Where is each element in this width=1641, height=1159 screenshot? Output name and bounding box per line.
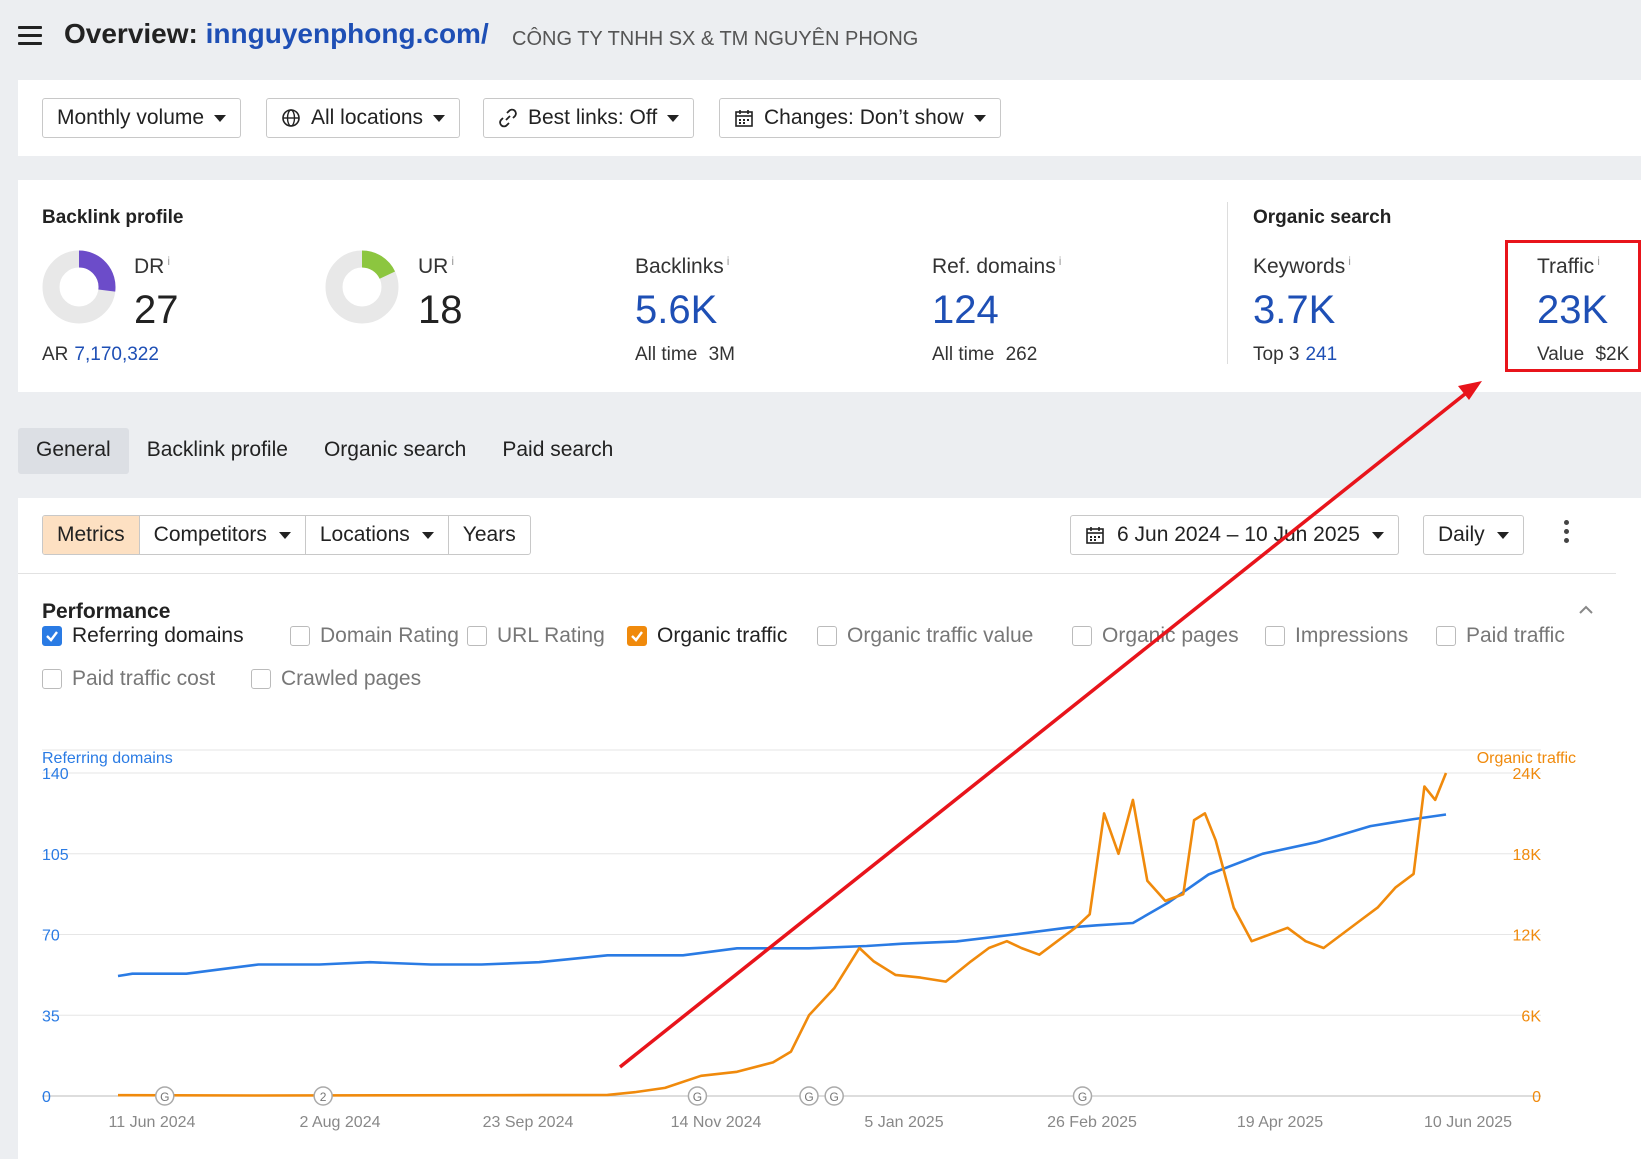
backlinks-value[interactable]: 5.6K bbox=[635, 288, 717, 333]
performance-card: Metrics Competitors Locations Years 6 Ju… bbox=[18, 498, 1641, 1159]
ur-value: 18 bbox=[418, 288, 463, 332]
annotation-marker-label: G bbox=[1078, 1090, 1087, 1104]
best-links-dropdown[interactable]: Best links: Off bbox=[483, 98, 695, 138]
annotation-marker-label: G bbox=[160, 1090, 169, 1104]
backlinks-all-time-label: All time bbox=[635, 344, 698, 365]
backlinks-all-time-value: 3M bbox=[708, 344, 735, 365]
y-right-tick-label: 18K bbox=[1513, 847, 1542, 864]
keywords-top3: Top 3 241 bbox=[1253, 344, 1337, 366]
page-title: Overview: innguyenphong.com/ bbox=[64, 18, 489, 50]
y-left-tick-label: 0 bbox=[42, 1089, 51, 1106]
locations-dropdown-label: All locations bbox=[311, 106, 424, 129]
ref-domains-all-time-label: All time bbox=[932, 344, 995, 365]
tab-general[interactable]: General bbox=[18, 428, 129, 474]
ref-domains-all-time: All time 262 bbox=[932, 344, 1037, 366]
annotation-marker-label: 2 bbox=[320, 1090, 327, 1104]
x-tick-label: 10 Jun 2025 bbox=[1424, 1114, 1512, 1131]
volume-dropdown[interactable]: Monthly volume bbox=[42, 98, 242, 138]
y-right-tick-label: 12K bbox=[1513, 928, 1542, 945]
menu-icon[interactable] bbox=[18, 26, 42, 48]
ref-domains-label: Ref. domains i bbox=[932, 254, 1061, 279]
locations-dropdown[interactable]: All locations bbox=[266, 98, 461, 138]
dr-label: DR i bbox=[134, 254, 170, 279]
company-name: CÔNG TY TNHH SX & TM NGUYÊN PHONG bbox=[512, 28, 919, 50]
series-line-referring-domains bbox=[117, 813, 1447, 978]
ar-row: AR 7,170,322 bbox=[42, 344, 159, 366]
y-left-tick-label: 105 bbox=[42, 847, 69, 864]
backlinks-label: Backlinks i bbox=[635, 254, 729, 279]
performance-chart[interactable]: 140 24K 105 18K 70 12K 35 6K 0 0 11 Jun 2024 2 Aug … bbox=[18, 498, 1618, 1159]
highlight-box bbox=[1505, 240, 1641, 372]
dr-value: 27 bbox=[134, 288, 179, 332]
x-tick-label: 2 Aug 2024 bbox=[300, 1114, 381, 1131]
x-tick-label: 11 Jun 2024 bbox=[109, 1114, 196, 1131]
globe-icon bbox=[282, 109, 300, 127]
x-tick-label: 14 Nov 2024 bbox=[671, 1114, 762, 1131]
keywords-top3-value[interactable]: 241 bbox=[1305, 344, 1337, 365]
organic-search-title: Organic search bbox=[1253, 207, 1392, 228]
backlinks-all-time: All time 3M bbox=[635, 344, 735, 366]
x-tick-label: 5 Jan 2025 bbox=[864, 1114, 943, 1131]
caret-down-icon bbox=[973, 114, 986, 122]
y-right-tick-label: 6K bbox=[1521, 1008, 1541, 1025]
annotation-marker-label: G bbox=[830, 1090, 839, 1104]
ur-label-text: UR bbox=[418, 255, 449, 278]
backlinks-label-text: Backlinks bbox=[635, 255, 724, 278]
caret-down-icon bbox=[667, 114, 680, 122]
ur-label: UR i bbox=[418, 254, 454, 279]
changes-dropdown-label: Changes: Don’t show bbox=[764, 106, 964, 129]
changes-dropdown[interactable]: Changes: Don’t show bbox=[719, 98, 1001, 138]
keywords-label: Keywords i bbox=[1253, 254, 1351, 279]
ar-label: AR bbox=[42, 344, 69, 365]
info-icon[interactable]: i bbox=[1348, 254, 1351, 268]
overview-label: Overview: bbox=[64, 18, 198, 49]
caret-down-icon bbox=[433, 114, 446, 122]
best-links-dropdown-label: Best links: Off bbox=[528, 106, 658, 129]
y-right-tick-label: 24K bbox=[1513, 766, 1542, 783]
section-divider bbox=[1227, 202, 1228, 364]
page-header: Overview: innguyenphong.com/ CÔNG TY TNH… bbox=[0, 0, 1641, 78]
x-tick-label: 23 Sep 2024 bbox=[483, 1114, 574, 1131]
backlink-profile-title: Backlink profile bbox=[42, 207, 184, 228]
metrics-card: Backlink profile DR i 27 AR 7,170,322 UR i … bbox=[18, 180, 1641, 392]
y-left-tick-label: 70 bbox=[42, 928, 60, 945]
info-icon[interactable]: i bbox=[1059, 254, 1062, 268]
info-icon[interactable]: i bbox=[727, 254, 730, 268]
dr-label-text: DR bbox=[134, 255, 165, 278]
tab-paid-search[interactable]: Paid search bbox=[484, 428, 631, 474]
filter-bar: Monthly volume All locations Best links:… bbox=[18, 80, 1641, 156]
ur-donut-icon bbox=[325, 250, 399, 324]
ar-value[interactable]: 7,170,322 bbox=[74, 344, 159, 365]
domain-link[interactable]: innguyenphong.com/ bbox=[206, 18, 489, 49]
annotation-marker-label: G bbox=[804, 1090, 813, 1104]
info-icon[interactable]: i bbox=[167, 254, 170, 268]
tab-backlink-profile[interactable]: Backlink profile bbox=[129, 428, 306, 474]
y-left-tick-label: 140 bbox=[42, 766, 69, 783]
calendar-icon bbox=[735, 110, 753, 127]
dr-donut-icon bbox=[42, 250, 116, 324]
x-tick-label: 19 Apr 2025 bbox=[1237, 1114, 1323, 1131]
info-icon[interactable]: i bbox=[451, 254, 454, 268]
tab-organic-search[interactable]: Organic search bbox=[306, 428, 484, 474]
x-tick-label: 26 Feb 2025 bbox=[1047, 1114, 1137, 1131]
y-right-tick-label: 0 bbox=[1532, 1089, 1541, 1106]
caret-down-icon bbox=[214, 114, 227, 122]
tab-bar: General Backlink profile Organic search … bbox=[18, 428, 631, 474]
ref-domains-label-text: Ref. domains bbox=[932, 255, 1056, 278]
ref-domains-value[interactable]: 124 bbox=[932, 288, 999, 333]
keywords-label-text: Keywords bbox=[1253, 255, 1346, 278]
keywords-top3-label: Top 3 bbox=[1253, 344, 1300, 365]
annotation-marker-label: G bbox=[693, 1090, 702, 1104]
y-left-tick-label: 35 bbox=[42, 1008, 60, 1025]
keywords-value[interactable]: 3.7K bbox=[1253, 288, 1335, 333]
volume-dropdown-label: Monthly volume bbox=[57, 106, 205, 129]
ref-domains-all-time-value: 262 bbox=[1005, 344, 1038, 365]
link-icon bbox=[499, 108, 517, 128]
